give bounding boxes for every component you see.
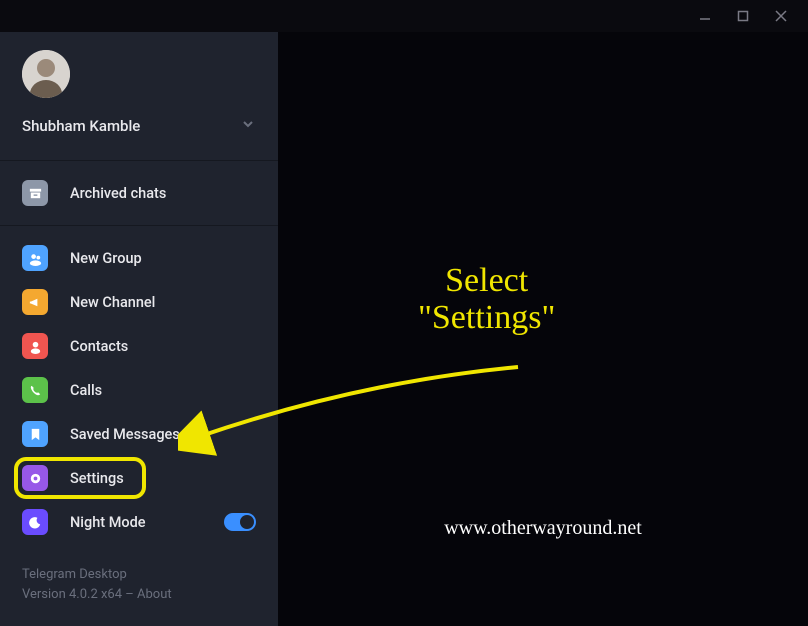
chevron-down-icon: [240, 116, 256, 136]
avatar[interactable]: [22, 50, 70, 98]
annotation-text: Select "Settings": [418, 262, 555, 337]
username: Shubham Kamble: [22, 117, 140, 135]
account-switcher[interactable]: Shubham Kamble: [22, 116, 256, 136]
moon-icon: [22, 509, 48, 535]
app-name: Telegram Desktop: [22, 565, 256, 585]
version-line[interactable]: Version 4.0.2 x64 – About: [22, 585, 256, 605]
archive-icon: [22, 180, 48, 206]
sidebar-item-night-mode[interactable]: Night Mode: [0, 500, 278, 544]
close-button[interactable]: [774, 9, 788, 23]
divider: [0, 160, 278, 161]
menu-label: Settings: [70, 470, 124, 487]
menu-label: Night Mode: [70, 514, 146, 531]
sidebar-item-new-group[interactable]: New Group: [0, 236, 278, 280]
watermark: www.otherwayround.net: [444, 517, 642, 540]
sidebar-item-settings[interactable]: Settings: [0, 456, 278, 500]
sidebar: Shubham Kamble Archived chats New Group: [0, 32, 278, 626]
menu-label: New Channel: [70, 294, 155, 311]
sidebar-item-contacts[interactable]: Contacts: [0, 324, 278, 368]
person-icon: [22, 333, 48, 359]
menu-label: New Group: [70, 250, 142, 267]
titlebar: [0, 0, 808, 32]
main-area: Select "Settings" www.otherwayround.net: [278, 32, 808, 626]
minimize-button[interactable]: [698, 9, 712, 23]
phone-icon: [22, 377, 48, 403]
menu-label: Calls: [70, 382, 102, 399]
sidebar-item-new-channel[interactable]: New Channel: [0, 280, 278, 324]
divider: [0, 225, 278, 226]
megaphone-icon: [22, 289, 48, 315]
menu-label: Contacts: [70, 338, 128, 355]
sidebar-item-archived-chats[interactable]: Archived chats: [0, 171, 278, 215]
gear-icon: [22, 465, 48, 491]
footer: Telegram Desktop Version 4.0.2 x64 – Abo…: [0, 565, 278, 626]
menu-label: Archived chats: [70, 185, 166, 202]
bookmark-icon: [22, 421, 48, 447]
sidebar-item-saved-messages[interactable]: Saved Messages: [0, 412, 278, 456]
sidebar-item-calls[interactable]: Calls: [0, 368, 278, 412]
menu-label: Saved Messages: [70, 426, 180, 443]
night-mode-toggle[interactable]: [224, 513, 256, 531]
maximize-button[interactable]: [736, 9, 750, 23]
group-icon: [22, 245, 48, 271]
